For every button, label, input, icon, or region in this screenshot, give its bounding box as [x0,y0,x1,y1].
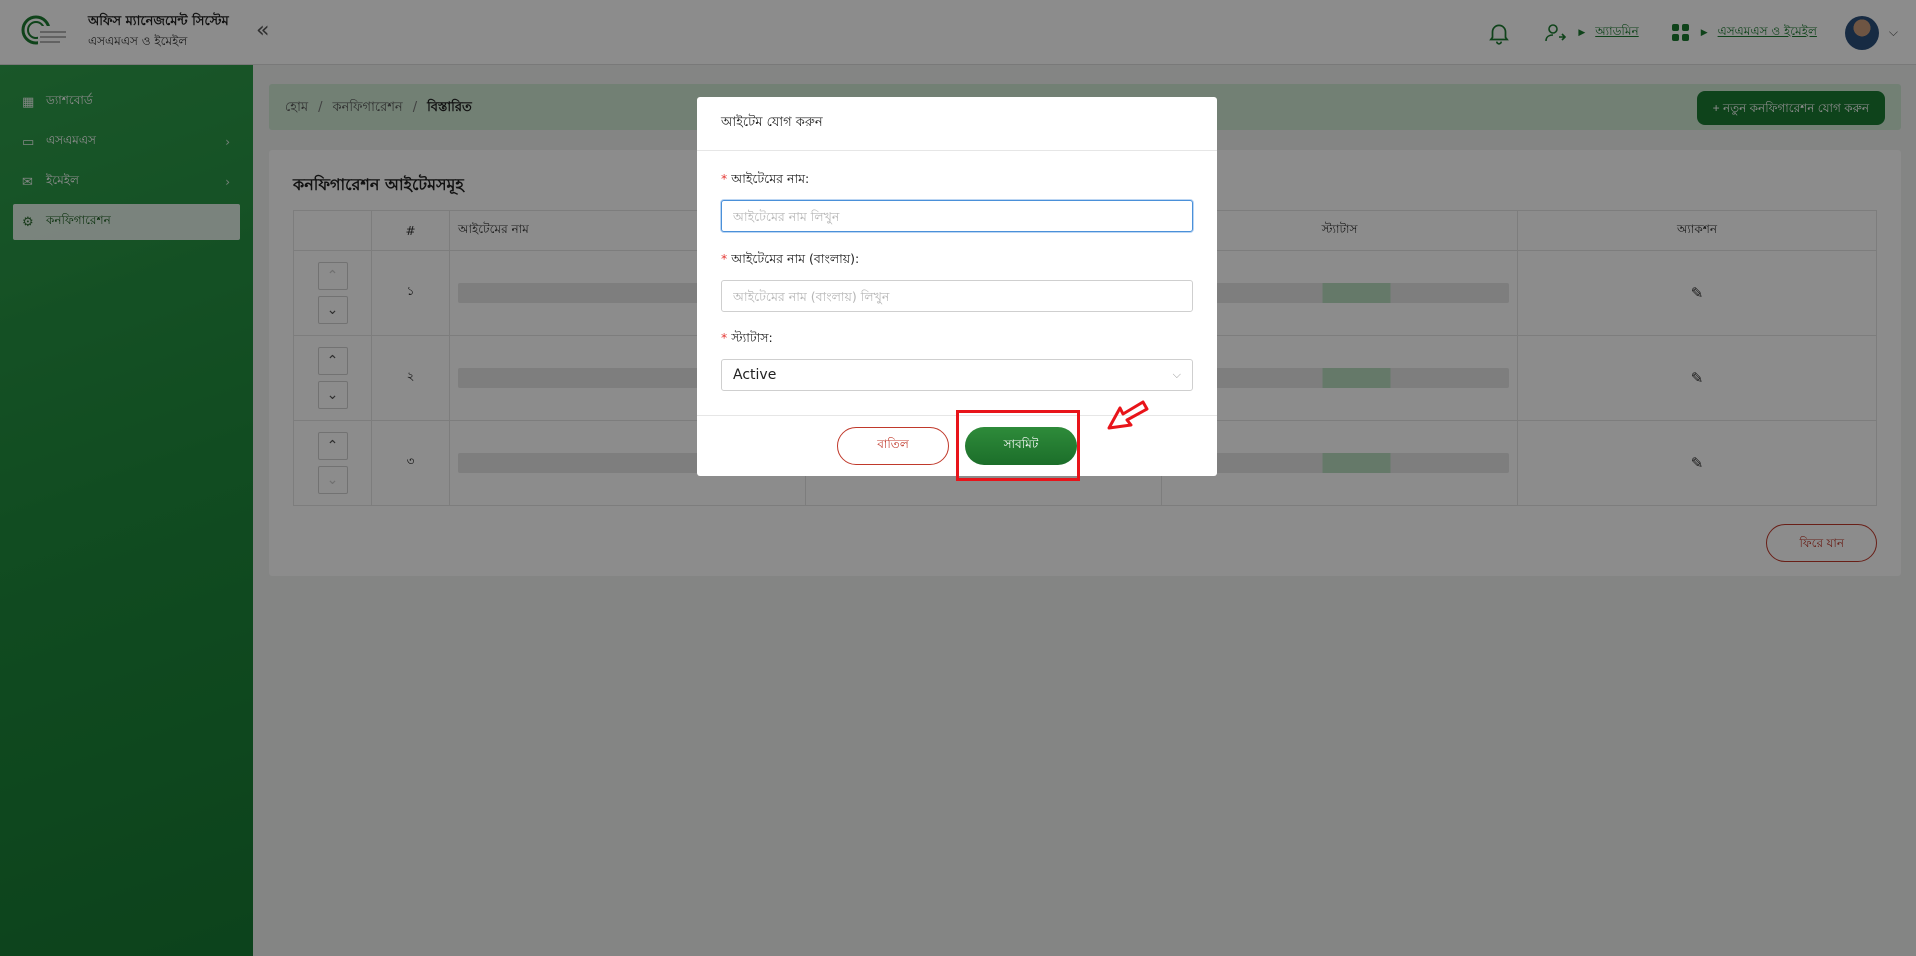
status-select-value: Active [733,367,777,383]
cancel-button[interactable]: বাতিল [837,427,949,465]
item-name-label: * আইটেমের নাম: [721,171,810,186]
item-name-input[interactable] [721,200,1193,232]
item-name-bn-input[interactable] [721,280,1193,312]
highlight-box [956,410,1080,481]
item-name-bn-label: * আইটেমের নাম (বাংলায়): [721,251,860,266]
status-select[interactable]: Active ⌵ [721,359,1193,391]
pointer-arrow-icon [1107,400,1149,430]
chevron-down-icon: ⌵ [1172,368,1181,381]
status-label: * স্ট্যাটাস: [721,330,773,345]
modal-title: আইটেম যোগ করুন [721,115,823,130]
